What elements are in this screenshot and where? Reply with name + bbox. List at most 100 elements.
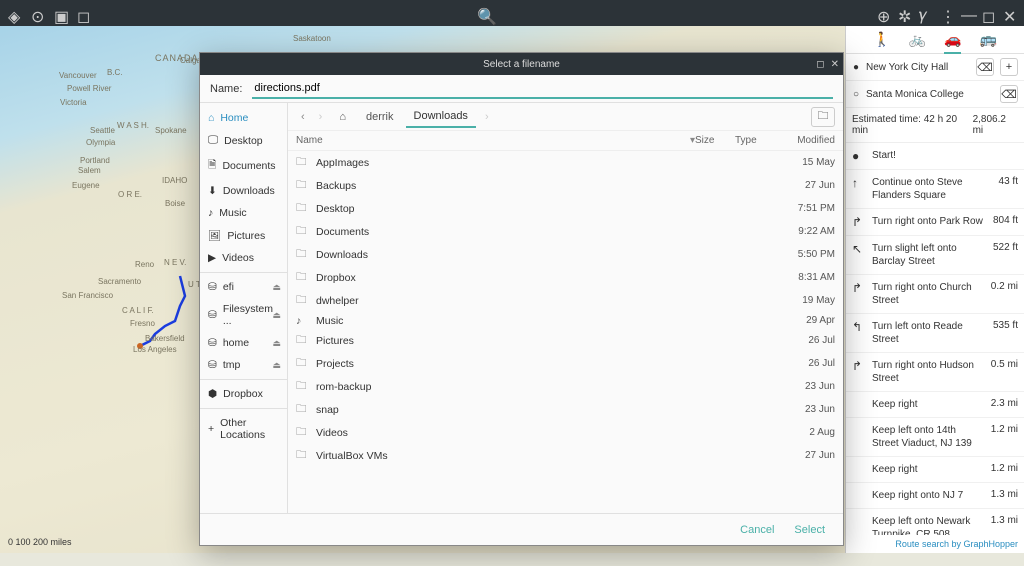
sidebar-item-label: Dropbox [223, 388, 263, 400]
folder-icon: 🗀 [296, 378, 310, 396]
file-row[interactable]: 🗀Documents9:22 AM [296, 220, 835, 243]
file-row[interactable]: 🗀VirtualBox VMs27 Jun [296, 444, 835, 467]
dialog-maximize-icon[interactable]: ◻ [816, 59, 824, 70]
col-name[interactable]: Name [296, 135, 690, 146]
sidebar-item-videos[interactable]: ▶Videos [200, 247, 287, 269]
direction-step[interactable]: ↑Continue onto Steve Flanders Square43 f… [846, 170, 1024, 209]
file-row[interactable]: 🗀Projects26 Jul [296, 352, 835, 375]
maximize-icon[interactable]: ◻ [982, 7, 995, 20]
app-icon[interactable]: ⊙ [31, 7, 44, 20]
mode-bike-icon[interactable]: 🚲 [909, 31, 926, 48]
sidebar-item-music[interactable]: ♪Music [200, 202, 287, 224]
step-distance: 522 ft [993, 242, 1018, 253]
file-row[interactable]: 🗀Downloads5:50 PM [296, 243, 835, 266]
file-row[interactable]: 🗀Desktop7:51 PM [296, 197, 835, 220]
window-icon[interactable]: ▣ [54, 7, 67, 20]
origin-text[interactable]: New York City Hall [866, 62, 970, 73]
file-row[interactable]: 🗀Videos2 Aug [296, 421, 835, 444]
direction-step[interactable]: Keep right onto NJ 71.3 mi [846, 483, 1024, 509]
direction-step[interactable]: Keep right1.2 mi [846, 457, 1024, 483]
file-row[interactable]: 🗀Backups27 Jun [296, 174, 835, 197]
crumb-next-icon[interactable]: › [480, 111, 494, 123]
map-label: Portland [80, 156, 110, 165]
sidebar-item-filesystem-[interactable]: ⛁Filesystem ...⏏ [200, 298, 287, 332]
filter-icon[interactable]: 𝛾 [919, 7, 932, 20]
nav-back-icon[interactable]: ‹ [296, 111, 310, 123]
graphhopper-link[interactable]: Route search by GraphHopper [895, 539, 1018, 549]
direction-step[interactable]: Keep left onto 14th Street Viaduct, NJ 1… [846, 418, 1024, 457]
close-icon[interactable]: ✕ [1003, 7, 1016, 20]
file-row[interactable]: 🗀AppImages15 May [296, 151, 835, 174]
eject-icon[interactable]: ⏏ [272, 338, 281, 349]
eject-icon[interactable]: ⏏ [272, 282, 281, 293]
more-icon[interactable]: ⋮ [940, 7, 953, 20]
select-button[interactable]: Select [794, 524, 825, 536]
file-modified: 27 Jun [785, 180, 835, 191]
col-modified[interactable]: Modified [785, 135, 835, 146]
direction-step[interactable]: Keep left onto Newark Turnpike, CR 5081.… [846, 509, 1024, 535]
crumb-user[interactable]: derrik [358, 107, 402, 127]
sidebar-item-home[interactable]: ⌂Home [200, 107, 287, 129]
col-type[interactable]: Type [735, 135, 785, 146]
map-label: Victoria [60, 98, 87, 107]
add-stop-button[interactable]: + [1000, 58, 1018, 76]
sidebar-item-downloads[interactable]: ⬇Downloads [200, 180, 287, 202]
crumb-home[interactable]: ⌂ [331, 107, 354, 127]
map-label: Sacramento [98, 277, 141, 286]
directions-list[interactable]: ●Start!↑Continue onto Steve Flanders Squ… [846, 143, 1024, 535]
dialog-titlebar[interactable]: Select a filename ◻ ✕ [200, 53, 843, 75]
mode-transit-icon[interactable]: 🚌 [979, 31, 996, 48]
filename-input[interactable] [252, 79, 833, 99]
direction-step[interactable]: Keep right2.3 mi [846, 392, 1024, 418]
file-row[interactable]: 🗀rom-backup23 Jun [296, 375, 835, 398]
dialog-close-icon[interactable]: ✕ [831, 59, 839, 70]
plus-icon: + [208, 423, 214, 435]
sync-icon[interactable]: ✲ [898, 7, 911, 20]
sidebar-item-other-locations[interactable]: +Other Locations [200, 412, 287, 446]
crumb-folder[interactable]: Downloads [406, 106, 476, 128]
folder-icon: 🗀 [296, 223, 310, 241]
window2-icon[interactable]: ◻ [77, 7, 90, 20]
direction-step[interactable]: ↱Turn right onto Hudson Street0.5 mi [846, 353, 1024, 392]
direction-step[interactable]: ↱Turn right onto Park Row804 ft [846, 209, 1024, 236]
eject-icon[interactable]: ⏏ [272, 360, 281, 371]
menu-icon[interactable]: ◈ [8, 7, 21, 20]
file-row[interactable]: ♪Music29 Apr [296, 312, 835, 329]
file-modified: 26 Jul [785, 335, 835, 346]
file-row[interactable]: 🗀snap23 Jun [296, 398, 835, 421]
cancel-button[interactable]: Cancel [740, 524, 774, 536]
mode-walk-icon[interactable]: 🚶 [873, 31, 890, 48]
nav-fwd-icon[interactable]: › [314, 111, 328, 123]
folder-icon: 🗀 [296, 424, 310, 442]
map-label: Salem [78, 166, 101, 175]
sidebar-item-documents[interactable]: 🗎Documents [200, 152, 287, 180]
minimize-icon[interactable]: — [961, 7, 974, 20]
file-row[interactable]: 🗀Pictures26 Jul [296, 329, 835, 352]
sidebar-item-desktop[interactable]: 🖵Desktop [200, 129, 287, 152]
sidebar-item-efi[interactable]: ⛁efi⏏ [200, 276, 287, 298]
direction-step[interactable]: ↰Turn left onto Reade Street535 ft [846, 314, 1024, 353]
sidebar-item-pictures[interactable]: 🖼Pictures [200, 224, 287, 247]
eject-icon[interactable]: ⏏ [272, 310, 281, 321]
sidebar-item-label: Music [219, 207, 246, 219]
file-row[interactable]: 🗀Dropbox8:31 AM [296, 266, 835, 289]
globe-icon[interactable]: ⊕ [877, 7, 890, 20]
origin-clear-button[interactable]: ⌫ [976, 58, 994, 76]
direction-step[interactable]: ↖Turn slight left onto Barclay Street522… [846, 236, 1024, 275]
sidebar-item-tmp[interactable]: ⛁tmp⏏ [200, 354, 287, 376]
file-row[interactable]: 🗀dwhelper19 May [296, 289, 835, 312]
mode-car-icon[interactable]: 🚗 [944, 31, 961, 54]
search-icon[interactable]: 🔍 [477, 7, 490, 20]
direction-step[interactable]: ●Start! [846, 143, 1024, 170]
map-label: CANADA [155, 53, 199, 63]
sidebar-item-dropbox[interactable]: ⬢Dropbox [200, 383, 287, 405]
map-label: Los Angeles [133, 345, 177, 354]
file-list[interactable]: 🗀AppImages15 May🗀Backups27 Jun🗀Desktop7:… [288, 151, 843, 513]
col-size[interactable]: Size [695, 135, 735, 146]
direction-step[interactable]: ↱Turn right onto Church Street0.2 mi [846, 275, 1024, 314]
drive-icon: ⛁ [208, 337, 217, 349]
new-folder-button[interactable]: 🗀 [811, 107, 835, 127]
dest-clear-button[interactable]: ⌫ [1000, 85, 1018, 103]
dest-text[interactable]: Santa Monica College [866, 89, 994, 100]
sidebar-item-home[interactable]: ⛁home⏏ [200, 332, 287, 354]
